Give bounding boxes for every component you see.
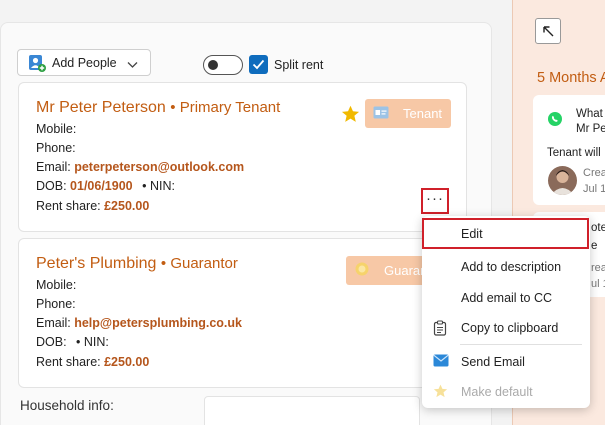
dob-label: DOB: [36, 335, 67, 349]
clipboard-icon [433, 320, 447, 339]
add-people-label: Add People [52, 55, 117, 70]
checkmark-icon [252, 59, 265, 70]
person-role: • Guarantor [160, 255, 238, 272]
menu-item-copy-to-clipboard[interactable]: Copy to clipboard [422, 313, 590, 342]
rent-toggle[interactable] [203, 55, 243, 75]
rent-value: £250.00 [104, 199, 150, 213]
menu-item-add-to-description[interactable]: Add to description [422, 252, 590, 281]
email-line: Email: peterpeterson@outlook.com [36, 160, 244, 174]
phone-line: Phone: [36, 297, 76, 311]
mail-icon [433, 354, 449, 370]
split-rent-checkbox[interactable] [249, 55, 268, 74]
activity-period: 5 Months A [537, 70, 605, 86]
arrow-up-left-icon [543, 26, 554, 37]
context-menu: Edit Add to description Add email to CC … [422, 216, 590, 408]
menu-item-edit[interactable]: Edit [422, 218, 589, 249]
badge-label: Tenant [403, 106, 443, 121]
household-info-field[interactable] [204, 396, 420, 425]
dob-value: 01/06/1900 [70, 179, 133, 193]
email-value[interactable]: peterpeterson@outlook.com [74, 160, 244, 174]
menu-item-make-default: Make default [422, 377, 590, 406]
chevron-down-icon [127, 58, 138, 72]
mobile-line: Mobile: [36, 278, 77, 292]
email-line: Email: help@petersplumbing.co.uk [36, 316, 242, 330]
star-icon[interactable] [341, 105, 360, 128]
mobile-line: Mobile: [36, 122, 77, 136]
menu-separator [460, 344, 582, 345]
person-role: • Primary Tenant [170, 99, 281, 116]
award-icon [354, 261, 370, 280]
email-value[interactable]: help@petersplumbing.co.uk [74, 316, 242, 330]
dob-label: DOB: [36, 179, 67, 193]
nin-label: • NIN: [76, 335, 109, 349]
person-name: Peter's Plumbing • Guarantor [36, 255, 238, 273]
person-name-text: Mr Peter Peterson [36, 99, 166, 116]
dob-line: DOB: 01/06/1900 • NIN: [36, 179, 175, 193]
person-card-guarantor[interactable]: Peter's Plumbing • Guarantor Mobile: Pho… [18, 238, 468, 388]
activity-meta-created: rea [591, 262, 605, 274]
household-info-label: Household info: [20, 398, 114, 413]
tenant-badge: Tenant [365, 99, 451, 128]
phone-line: Phone: [36, 141, 76, 155]
person-name: Mr Peter Peterson • Primary Tenant [36, 99, 280, 117]
id-card-icon [373, 106, 389, 122]
menu-item-send-email[interactable]: Send Email [422, 347, 590, 376]
dob-line: DOB: • NIN: [36, 335, 109, 349]
split-rent-label: Split rent [274, 58, 324, 72]
activity-subtitle: Mr Pe [576, 123, 605, 135]
email-label: Email: [36, 316, 71, 330]
nin-label: • NIN: [142, 179, 175, 193]
rent-line: Rent share: £250.00 [36, 199, 149, 213]
top-strip [0, 0, 512, 22]
activity-meta-created: Crea [583, 167, 605, 179]
whatsapp-icon [547, 111, 563, 132]
menu-item-label: Add email to CC [461, 290, 553, 305]
add-person-icon [28, 54, 46, 72]
menu-item-label: Make default [461, 384, 533, 399]
email-label: Email: [36, 160, 71, 174]
activity-text: e [591, 240, 598, 252]
person-card-primary-tenant[interactable]: Mr Peter Peterson • Primary Tenant Mobil… [18, 82, 467, 232]
menu-item-label: Add to description [461, 259, 562, 274]
expand-button[interactable] [535, 18, 561, 44]
rent-label: Rent share: [36, 199, 101, 213]
person-name-text: Peter's Plumbing [36, 255, 157, 272]
activity-meta-date: Jul 1 [583, 183, 605, 195]
activity-card-whatsapp[interactable]: What Mr Pe Tenant will Crea Jul 1 [533, 95, 605, 205]
avatar [548, 166, 577, 195]
activity-text: Tenant will [547, 147, 601, 159]
activity-title: ote [591, 222, 605, 234]
menu-item-label: Copy to clipboard [461, 320, 559, 335]
activity-title: What [576, 108, 603, 120]
rent-label: Rent share: [36, 355, 101, 369]
toggle-knob [208, 60, 218, 70]
activity-meta-date: ul 1 [591, 278, 605, 290]
menu-item-add-email-to-cc[interactable]: Add email to CC [422, 283, 590, 312]
more-options-button[interactable]: ··· [421, 188, 449, 214]
add-people-button[interactable]: Add People [17, 49, 151, 76]
menu-item-label: Edit [461, 226, 483, 241]
star-icon [433, 384, 448, 401]
rent-value: £250.00 [104, 355, 150, 369]
rent-line: Rent share: £250.00 [36, 355, 149, 369]
menu-item-label: Send Email [461, 354, 525, 369]
